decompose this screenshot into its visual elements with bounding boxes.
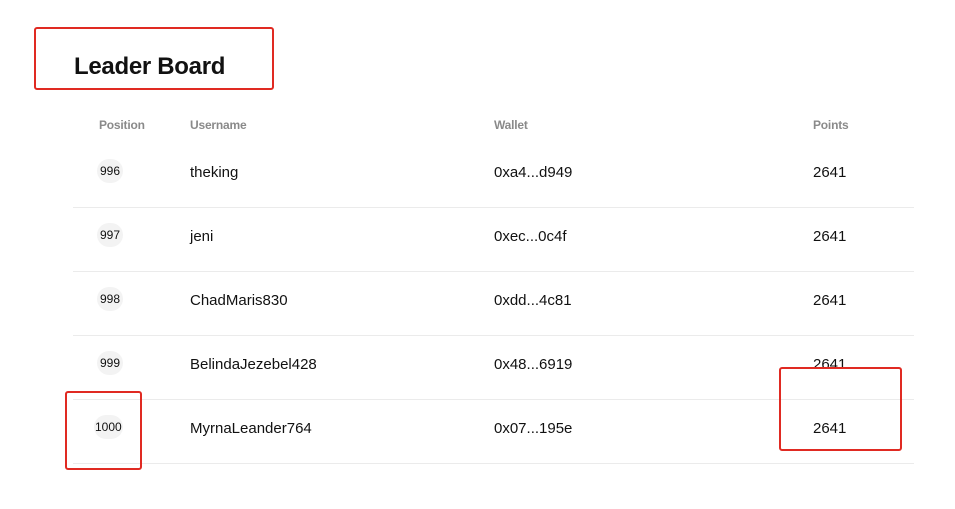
leaderboard-table: Position Username Wallet Points 996 thek… (73, 107, 914, 464)
position-badge: 998 (97, 287, 123, 311)
position-badge: 1000 (94, 415, 123, 439)
position-badge: 997 (97, 223, 123, 247)
wallet-cell: 0x48...6919 (494, 356, 573, 373)
header-position: Position (99, 118, 145, 132)
points-cell: 2641 (813, 228, 847, 245)
header-points: Points (813, 118, 849, 132)
table-row: 999 BelindaJezebel428 0x48...6919 2641 (73, 336, 914, 400)
header-username: Username (190, 118, 247, 132)
username-cell: BelindaJezebel428 (190, 356, 317, 373)
points-cell: 2641 (813, 292, 847, 309)
points-cell: 2641 (813, 356, 847, 373)
table-header: Position Username Wallet Points (73, 107, 914, 144)
table-row: 997 jeni 0xec...0c4f 2641 (73, 208, 914, 272)
table-row: 996 theking 0xa4...d949 2641 (73, 144, 914, 208)
table-row: 998 ChadMaris830 0xdd...4c81 2641 (73, 272, 914, 336)
points-cell: 2641 (813, 420, 847, 437)
position-badge: 999 (97, 351, 123, 375)
header-wallet: Wallet (494, 118, 528, 132)
wallet-cell: 0xec...0c4f (494, 228, 567, 245)
wallet-cell: 0xdd...4c81 (494, 292, 572, 309)
username-cell: jeni (190, 228, 214, 245)
username-cell: MyrnaLeander764 (190, 420, 312, 437)
wallet-cell: 0x07...195e (494, 420, 573, 437)
username-cell: theking (190, 164, 239, 181)
points-cell: 2641 (813, 164, 847, 181)
page-title: Leader Board (74, 53, 226, 80)
position-badge: 996 (97, 159, 123, 183)
wallet-cell: 0xa4...d949 (494, 164, 573, 181)
table-row: 1000 MyrnaLeander764 0x07...195e 2641 (73, 400, 914, 464)
username-cell: ChadMaris830 (190, 292, 288, 309)
